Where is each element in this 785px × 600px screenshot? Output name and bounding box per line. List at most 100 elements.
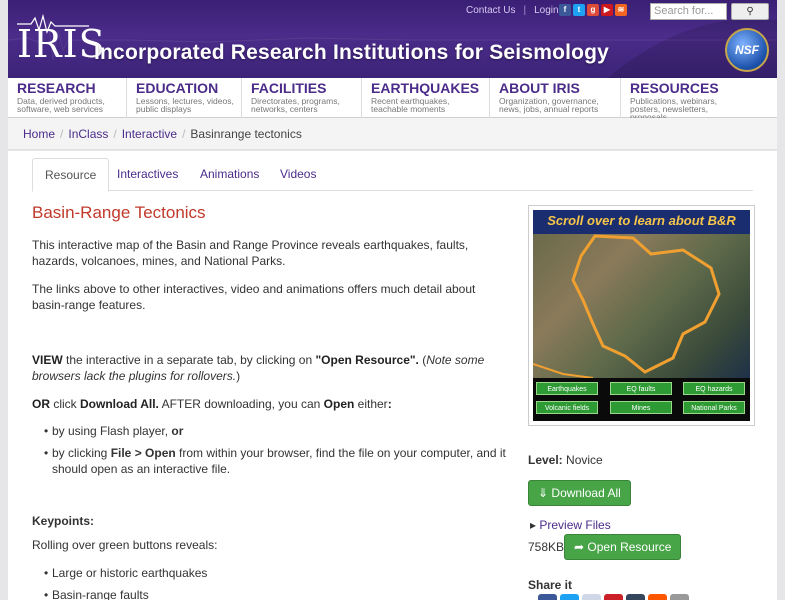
nav-desc: Directorates, programs, networks, center… <box>251 96 340 114</box>
divider: | <box>523 5 527 16</box>
download-all-ref: Download All. <box>80 397 159 411</box>
social-links: f t g ▶ ≋ <box>559 4 627 16</box>
google-plus-icon[interactable]: g <box>587 4 599 16</box>
tab-videos[interactable]: Videos <box>280 158 316 191</box>
page-title: Basin-Range Tectonics <box>32 203 206 222</box>
main-nav: RESEARCH Data, derived products, softwar… <box>8 78 777 121</box>
share-facebook-icon[interactable] <box>538 594 557 600</box>
iris-logo[interactable]: IRIS <box>17 22 106 66</box>
nav-desc: Data, derived products, software, web se… <box>17 96 105 114</box>
bullet-text: by using Flash player, <box>52 424 172 438</box>
bullet-dot: • <box>44 566 49 580</box>
caret-right-icon: ▸ <box>530 518 537 532</box>
site-header: IRIS Incorporated Research Institutions … <box>8 0 777 78</box>
share-reddit-icon[interactable] <box>648 594 667 600</box>
site-title[interactable]: Incorporated Research Institutions for S… <box>94 41 609 65</box>
breadcrumb-interactive[interactable]: Interactive <box>122 127 177 141</box>
open-resource-button[interactable]: ➦ Open Resource <box>564 534 682 560</box>
breadcrumb-separator: / <box>60 127 64 141</box>
bullet-bold: File > Open <box>110 446 176 460</box>
download-paragraph: OR click Download All. AFTER downloading… <box>32 396 507 412</box>
rss-icon[interactable]: ≋ <box>615 4 627 16</box>
nav-title: ABOUT IRIS <box>499 80 580 96</box>
view-text: the interactive in a separate tab, by cl… <box>62 353 316 367</box>
rolling-text: Rolling over green buttons reveals: <box>32 538 218 552</box>
resource-thumbnail[interactable]: Scroll over to learn about B&R Earthquak… <box>528 205 755 426</box>
keypoints-heading: Keypoints: <box>32 514 95 528</box>
nav-education[interactable]: EDUCATION Lessons, lectures, videos, pub… <box>127 78 242 118</box>
preview-files-link[interactable]: ▸ Preview Files <box>530 518 611 532</box>
intro-paragraph: This interactive map of the Basin and Ra… <box>32 238 469 268</box>
map-button-earthquakes[interactable]: Earthquakes <box>536 382 598 395</box>
or-bold: OR <box>32 397 50 411</box>
nav-desc: Recent earthquakes, teachable moments <box>371 96 450 114</box>
nav-title: RESOURCES <box>630 80 719 96</box>
open-ref: Open <box>323 397 355 411</box>
share-email-icon[interactable] <box>582 594 601 600</box>
bullet-text: Large or historic earthquakes <box>52 566 208 580</box>
nav-facilities[interactable]: FACILITIES Directorates, programs, netwo… <box>242 78 362 118</box>
search-button[interactable]: ⚲ <box>731 3 769 20</box>
bullet-dot: • <box>44 588 49 600</box>
content-panel: Resource Interactives Animations Videos … <box>8 151 777 600</box>
map-button-volcanic-fields[interactable]: Volcanic fields <box>536 401 598 414</box>
view-bold: VIEW <box>32 353 63 367</box>
share-buttons <box>538 594 689 600</box>
level-label: Level: <box>528 453 563 467</box>
either-colon: : <box>387 397 392 411</box>
map-button-national-parks[interactable]: National Parks <box>683 401 745 414</box>
share-pinterest-icon[interactable] <box>604 594 623 600</box>
nav-about[interactable]: ABOUT IRIS Organization, governance, new… <box>490 78 621 118</box>
list-item: • Basin-range faults <box>44 587 507 600</box>
or-text: click <box>50 397 80 411</box>
map-button-mines[interactable]: Mines <box>610 401 672 414</box>
share-twitter-icon[interactable] <box>560 594 579 600</box>
tab-resource[interactable]: Resource <box>32 158 110 192</box>
facebook-icon[interactable]: f <box>559 4 571 16</box>
file-size: 758KB <box>528 540 565 554</box>
province-outline-icon <box>533 234 721 379</box>
twitter-icon[interactable]: t <box>573 4 585 16</box>
breadcrumb-separator: / <box>182 127 186 141</box>
nav-earthquakes[interactable]: EARTHQUAKES Recent earthquakes, teachabl… <box>362 78 490 118</box>
level-value: Novice <box>566 453 603 467</box>
share-tumblr-icon[interactable] <box>626 594 645 600</box>
view-paragraph: VIEW the interactive in a separate tab, … <box>32 352 507 384</box>
tab-interactives[interactable]: Interactives <box>117 158 178 191</box>
map-buttons: Earthquakes EQ faults EQ hazards Volcani… <box>533 378 750 421</box>
breadcrumb: Home / InClass / Interactive / Basinrange tect… <box>8 118 777 150</box>
nsf-logo[interactable]: NSF <box>725 28 769 72</box>
map-banner: Scroll over to learn about B&R <box>533 210 750 234</box>
top-links: Contact Us | Login <box>466 5 559 16</box>
nav-desc: Organization, governance, news, jobs, an… <box>499 96 599 114</box>
map-terrain <box>533 234 750 379</box>
nav-resources[interactable]: RESOURCES Publications, webinars, poster… <box>621 78 777 121</box>
basin-range-map: Scroll over to learn about B&R Earthquak… <box>533 210 750 421</box>
login-link[interactable]: Login <box>534 5 558 16</box>
search-icon: ⚲ <box>746 6 754 17</box>
nav-title: FACILITIES <box>251 80 327 96</box>
open-resource-ref: "Open Resource". <box>315 353 419 367</box>
note-paren-close: ) <box>236 369 241 383</box>
bullet-dot: • <box>44 424 49 438</box>
download-all-button[interactable]: ⇓ Download All <box>528 480 631 506</box>
share-more-icon[interactable] <box>670 594 689 600</box>
breadcrumb-inclass[interactable]: InClass <box>68 127 108 141</box>
nav-title: EARTHQUAKES <box>371 80 480 96</box>
youtube-icon[interactable]: ▶ <box>601 4 613 16</box>
map-button-eq-faults[interactable]: EQ faults <box>610 382 672 395</box>
breadcrumb-home[interactable]: Home <box>23 127 55 141</box>
tab-animations[interactable]: Animations <box>200 158 259 191</box>
nav-title: RESEARCH <box>17 80 96 96</box>
contact-link[interactable]: Contact Us <box>466 5 515 16</box>
after-text: AFTER downloading, you can <box>158 397 324 411</box>
list-item: • by using Flash player, or <box>44 423 507 439</box>
search-input[interactable]: Search for... <box>650 3 727 20</box>
share-arrow-icon: ➦ <box>574 540 585 554</box>
nav-research[interactable]: RESEARCH Data, derived products, softwar… <box>8 78 127 118</box>
open-label: Open Resource <box>587 540 672 554</box>
level-info: Level: Novice <box>528 453 603 467</box>
map-button-eq-hazards[interactable]: EQ hazards <box>683 382 745 395</box>
list-item: • Large or historic earthquakes <box>44 565 507 581</box>
links-paragraph: The links above to other interactives, v… <box>32 282 476 312</box>
